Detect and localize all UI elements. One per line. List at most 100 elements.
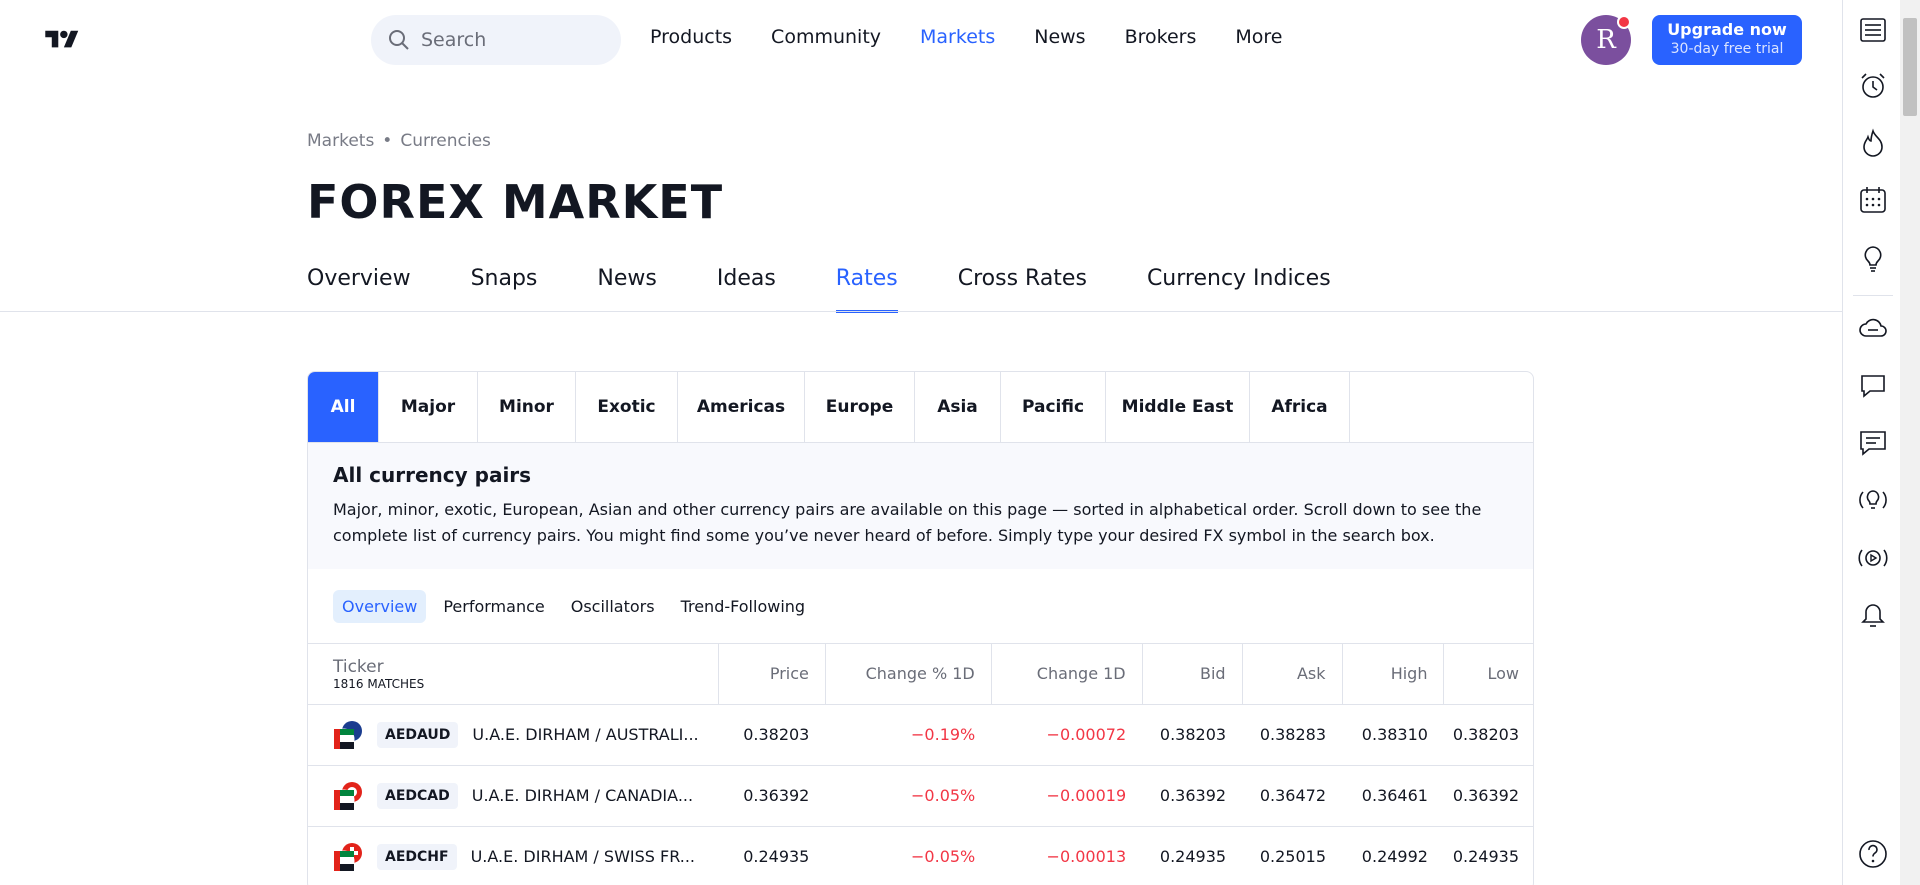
region-pacific[interactable]: Pacific — [1001, 372, 1106, 442]
column-change-pct[interactable]: Change % 1D — [825, 644, 992, 705]
bid-cell: 0.24935 — [1142, 826, 1243, 885]
change-cell: −0.00013 — [991, 826, 1143, 885]
upgrade-subtitle: 30-day free trial — [1670, 41, 1784, 57]
table-row[interactable]: AEDAUD U.A.E. DIRHAM / AUSTRALI... 0.382… — [308, 704, 1533, 766]
table-row[interactable]: AEDCHF U.A.E. DIRHAM / SWISS FR... 0.249… — [308, 826, 1533, 885]
page-title: FOREX MARKET — [307, 175, 724, 229]
nav-products[interactable]: Products — [650, 26, 732, 48]
tradingview-logo[interactable] — [38, 27, 86, 53]
nav-brokers[interactable]: Brokers — [1125, 26, 1197, 48]
ideas-bulb-icon[interactable] — [1857, 243, 1889, 275]
messages-icon[interactable] — [1857, 370, 1889, 402]
upgrade-button[interactable]: Upgrade now 30-day free trial — [1652, 15, 1802, 65]
chat-cloud-icon[interactable] — [1857, 314, 1889, 346]
view-tab-trend-following[interactable]: Trend-Following — [672, 590, 815, 623]
view-tab-performance[interactable]: Performance — [434, 590, 553, 623]
section-tabs: Overview Snaps News Ideas Rates Cross Ra… — [307, 266, 1391, 313]
scrollbar-thumb[interactable] — [1903, 18, 1917, 116]
nav-more[interactable]: More — [1235, 26, 1282, 48]
streams-play-icon[interactable] — [1857, 542, 1889, 574]
notifications-bell-icon[interactable] — [1857, 600, 1889, 632]
breadcrumb-currencies[interactable]: Currencies — [400, 131, 491, 151]
table-row[interactable]: AEDCAD U.A.E. DIRHAM / CANADIA... 0.3639… — [308, 765, 1533, 827]
region-filter-tabs: All Major Minor Exotic Americas Europe A… — [308, 372, 1533, 443]
region-americas[interactable]: Americas — [678, 372, 805, 442]
calendar-icon[interactable] — [1857, 184, 1889, 216]
high-cell: 0.36461 — [1342, 765, 1444, 827]
nav-community[interactable]: Community — [771, 26, 881, 48]
currency-flags-icon — [333, 842, 363, 872]
view-tab-oscillators[interactable]: Oscillators — [562, 590, 664, 623]
tab-cross-rates[interactable]: Cross Rates — [958, 266, 1087, 313]
currency-panel: All Major Minor Exotic Americas Europe A… — [307, 371, 1534, 885]
ask-cell: 0.38283 — [1242, 704, 1343, 766]
tab-news[interactable]: News — [597, 266, 656, 313]
bid-cell: 0.36392 — [1142, 765, 1243, 827]
view-tabs: Overview Performance Oscillators Trend-F… — [308, 569, 1533, 644]
region-middle-east[interactable]: Middle East — [1106, 372, 1250, 442]
tab-snaps[interactable]: Snaps — [471, 266, 538, 313]
nav-markets[interactable]: Markets — [920, 26, 995, 48]
change-cell: −0.00019 — [991, 765, 1143, 827]
column-ticker[interactable]: Ticker 1816 MATCHES — [308, 644, 719, 705]
column-bid[interactable]: Bid — [1142, 644, 1243, 705]
region-major[interactable]: Major — [379, 372, 478, 442]
symbol-badge[interactable]: AEDCHF — [377, 843, 457, 870]
search-box[interactable]: Search — [371, 15, 621, 65]
symbol-badge[interactable]: AEDAUD — [377, 721, 459, 748]
column-low[interactable]: Low — [1443, 644, 1533, 705]
tab-currency-indices[interactable]: Currency Indices — [1147, 266, 1331, 313]
hotlist-flame-icon[interactable] — [1857, 127, 1889, 159]
view-tab-overview[interactable]: Overview — [333, 589, 427, 623]
ask-cell: 0.25015 — [1242, 826, 1343, 885]
toolbar-divider — [1853, 295, 1893, 296]
region-all[interactable]: All — [308, 372, 379, 442]
chat-icon[interactable] — [1857, 427, 1889, 459]
nav-news[interactable]: News — [1034, 26, 1085, 48]
help-icon[interactable] — [1857, 838, 1889, 870]
change-pct-cell: −0.19% — [825, 704, 992, 766]
watchlist-icon[interactable] — [1857, 14, 1889, 46]
region-minor[interactable]: Minor — [478, 372, 576, 442]
top-header: Search Products Community Markets News B… — [0, 0, 1842, 80]
avatar-letter: R — [1596, 25, 1616, 55]
symbol-badge[interactable]: AEDCAD — [377, 782, 458, 809]
alarm-clock-icon[interactable] — [1857, 70, 1889, 102]
column-price[interactable]: Price — [718, 644, 826, 705]
ask-cell: 0.36472 — [1242, 765, 1343, 827]
currency-flags-icon — [333, 720, 363, 750]
column-change[interactable]: Change 1D — [991, 644, 1143, 705]
breadcrumb-markets[interactable]: Markets — [307, 131, 374, 151]
info-box: All currency pairs Major, minor, exotic,… — [308, 443, 1533, 569]
price-cell: 0.36392 — [718, 765, 826, 827]
pair-name[interactable]: U.A.E. DIRHAM / SWISS FR... — [471, 847, 701, 866]
tab-ideas[interactable]: Ideas — [717, 266, 776, 313]
ticker-header-label: Ticker — [333, 656, 384, 677]
low-cell: 0.24935 — [1443, 826, 1533, 885]
info-title: All currency pairs — [333, 463, 532, 487]
info-text: Major, minor, exotic, European, Asian an… — [333, 500, 1482, 545]
change-pct-cell: −0.05% — [825, 826, 992, 885]
pair-name[interactable]: U.A.E. DIRHAM / CANADIA... — [472, 786, 702, 805]
column-ask[interactable]: Ask — [1242, 644, 1343, 705]
user-avatar[interactable]: R — [1581, 15, 1631, 65]
tab-rates[interactable]: Rates — [835, 266, 898, 313]
low-cell: 0.38203 — [1443, 704, 1533, 766]
pair-name[interactable]: U.A.E. DIRHAM / AUSTRALI... — [472, 725, 702, 744]
table-header-row: Ticker 1816 MATCHES Price Change % 1D Ch… — [308, 644, 1533, 705]
ideas-stream-icon[interactable] — [1857, 484, 1889, 516]
price-cell: 0.24935 — [718, 826, 826, 885]
price-cell: 0.38203 — [718, 704, 826, 766]
upgrade-title: Upgrade now — [1667, 20, 1787, 39]
column-high[interactable]: High — [1342, 644, 1445, 705]
main-nav: Products Community Markets News Brokers … — [650, 26, 1321, 48]
breadcrumb-separator: • — [382, 131, 393, 151]
tab-overview[interactable]: Overview — [307, 266, 411, 313]
region-asia[interactable]: Asia — [915, 372, 1001, 442]
region-africa[interactable]: Africa — [1250, 372, 1350, 442]
page-scrollbar[interactable] — [1900, 0, 1920, 885]
region-europe[interactable]: Europe — [805, 372, 915, 442]
low-cell: 0.36392 — [1443, 765, 1533, 827]
region-exotic[interactable]: Exotic — [576, 372, 678, 442]
notification-dot — [1617, 15, 1631, 29]
